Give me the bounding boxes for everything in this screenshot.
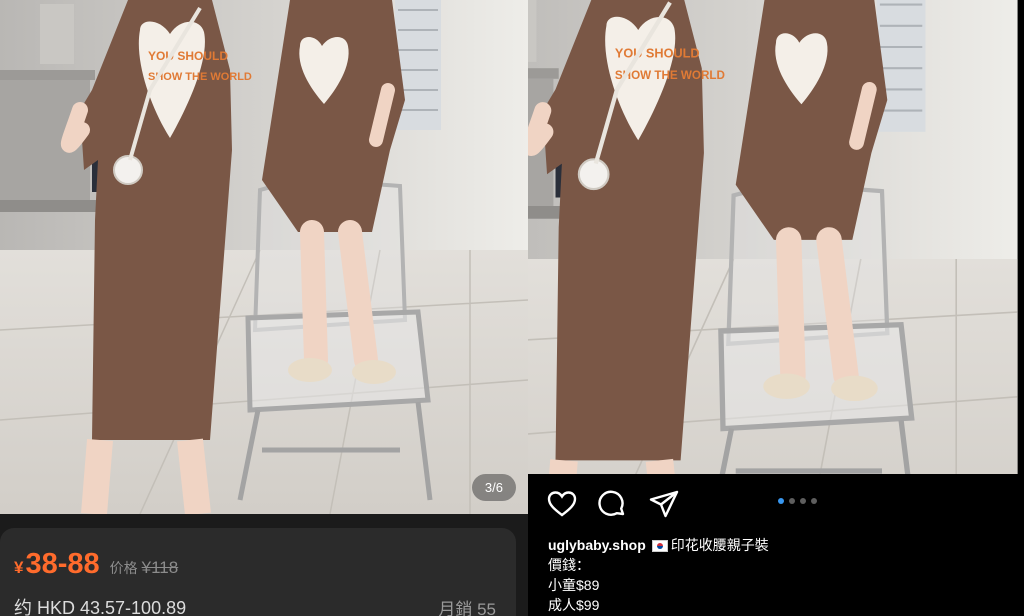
photo-scene: YOU SHOULD SHOW THE WORLD <box>0 0 528 514</box>
price-row: ¥ 38-88 价格 ¥118 <box>14 548 178 581</box>
comment-icon[interactable] <box>596 488 628 520</box>
original-price-label: 价格 <box>109 560 138 576</box>
share-icon[interactable] <box>648 488 680 520</box>
photo-illustration: YOU SHOULD SHOW THE WORLD <box>528 0 1018 474</box>
caption-title-line: uglybaby.shop 印花收腰親子裝 <box>548 535 769 555</box>
caption-line: 成人$99 <box>548 597 600 613</box>
monthly-sales: 月銷 55 <box>438 600 496 616</box>
post-action-bar <box>528 480 1024 530</box>
carousel-dot <box>811 498 817 504</box>
currency-symbol: ¥ <box>14 558 24 577</box>
post-photo[interactable]: YOU SHOULD SHOW THE WORLD <box>528 0 1024 474</box>
svg-text:YOU SHOULD: YOU SHOULD <box>615 46 700 61</box>
post-caption: uglybaby.shop 印花收腰親子裝 價錢： 小童$89 成人$99 <box>548 535 769 615</box>
left-product-panel: YOU SHOULD SHOW THE WORLD 3/6 ¥ 38-88 价格… <box>0 0 528 616</box>
original-price: ¥118 <box>141 558 179 577</box>
caption-line: 價錢： <box>548 557 590 573</box>
product-photo[interactable]: YOU SHOULD SHOW THE WORLD 3/6 <box>0 0 528 514</box>
post-title: 印花收腰親子裝 <box>670 537 769 553</box>
hkd-price: 约 HKD 43.57-100.89 <box>14 598 187 616</box>
carousel-dot-active <box>778 498 784 504</box>
svg-text:YOU SHOULD: YOU SHOULD <box>148 49 228 63</box>
caption-line: 小童$89 <box>548 577 600 593</box>
korea-flag-icon <box>651 540 668 553</box>
svg-text:SHOW THE WORLD: SHOW THE WORLD <box>148 71 252 83</box>
heart-icon[interactable] <box>546 488 578 520</box>
price-card: ¥ 38-88 价格 ¥118 约 HKD 43.57-100.89 月銷 55 <box>0 528 516 616</box>
svg-text:SHOW THE WORLD: SHOW THE WORLD <box>615 69 725 82</box>
photo-scene: YOU SHOULD SHOW THE WORLD <box>528 0 1018 474</box>
carousel-dot <box>789 498 795 504</box>
photo-illustration: YOU SHOULD SHOW THE WORLD <box>0 0 528 514</box>
post-username[interactable]: uglybaby.shop <box>548 537 646 553</box>
carousel-dot <box>800 498 806 504</box>
price-range: 38-88 <box>25 548 100 580</box>
carousel-dots <box>778 498 817 504</box>
right-instagram-panel: YOU SHOULD SHOW THE WORLD uglybaby.shop 印… <box>528 0 1024 616</box>
image-counter: 3/6 <box>471 474 516 501</box>
